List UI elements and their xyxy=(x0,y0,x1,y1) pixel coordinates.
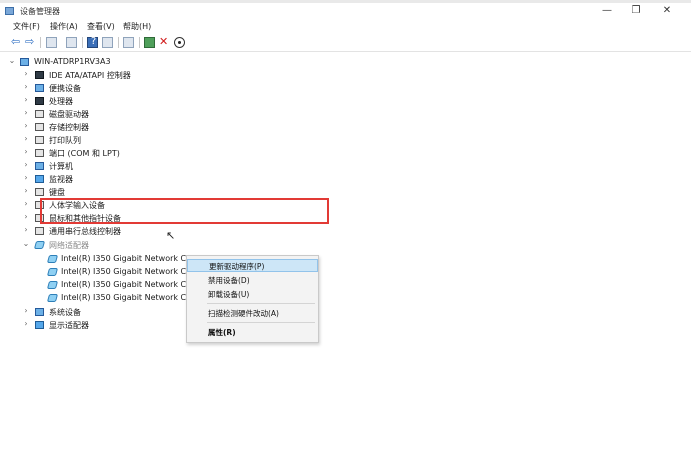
menu-view[interactable]: 查看(V) xyxy=(87,21,115,32)
network-adapter-icon xyxy=(33,241,46,249)
chevron-down-icon[interactable]: ⌄ xyxy=(8,56,16,65)
menu-file[interactable]: 文件(F) xyxy=(13,21,40,32)
chevron-right-icon[interactable]: › xyxy=(22,199,30,208)
network-adapter-label: Intel(R) I350 Gigabit Network Co... xyxy=(61,254,199,263)
disk-drive-icon xyxy=(35,110,44,118)
toolbar-separator xyxy=(118,37,119,48)
chevron-right-icon[interactable]: › xyxy=(22,186,30,195)
close-button[interactable]: ✕ xyxy=(660,4,674,17)
menu-item-disable-device[interactable]: 禁用设备(D) xyxy=(187,274,318,287)
context-menu-list: 更新驱动程序(P) 禁用设备(D) 卸载设备(U) 扫描检测硬件改动(A) 属性… xyxy=(186,255,319,341)
device-manager-app-icon xyxy=(5,7,14,15)
toolbar-separator xyxy=(139,37,140,48)
tree-root-label: WIN-ATDRP1RV3A3 xyxy=(34,57,111,66)
ide-controller-icon xyxy=(35,71,44,79)
toolbar-separator xyxy=(40,37,41,48)
menu-item-label: 禁用设备(D) xyxy=(208,276,250,285)
help-icon[interactable]: ? xyxy=(87,36,98,48)
network-adapter-icon xyxy=(46,255,59,263)
annotation-highlight-box xyxy=(40,198,329,224)
chevron-right-icon[interactable]: › xyxy=(22,121,30,130)
menu-separator xyxy=(207,322,315,323)
menu-item-label: 更新驱动程序(P) xyxy=(209,262,265,271)
show-hide-console-tree-icon[interactable] xyxy=(46,37,57,48)
menu-separator xyxy=(207,303,315,304)
chevron-right-icon[interactable]: › xyxy=(22,69,30,78)
network-adapter-label: Intel(R) I350 Gigabit Network Co xyxy=(61,267,192,276)
port-icon xyxy=(35,149,44,157)
menu-action[interactable]: 操作(A) xyxy=(50,21,78,32)
storage-controller-icon xyxy=(35,123,44,131)
forward-arrow-icon[interactable]: ⇨ xyxy=(25,35,34,48)
network-adapter-label: Intel(R) I350 Gigabit Network Co xyxy=(61,293,192,302)
processor-icon xyxy=(35,97,44,105)
tree-category-label: 磁盘驱动器 xyxy=(49,110,89,119)
mouse-cursor-icon: ↖ xyxy=(166,229,176,242)
menu-help[interactable]: 帮助(H) xyxy=(123,21,151,32)
chevron-right-icon[interactable]: › xyxy=(22,108,30,117)
chevron-right-icon[interactable]: › xyxy=(22,306,30,315)
tree-category-label: IDE ATA/ATAPI 控制器 xyxy=(49,71,131,80)
display-adapter-icon xyxy=(35,321,44,329)
tree-category-label: 存储控制器 xyxy=(49,123,89,132)
network-adapter-icon xyxy=(46,268,59,276)
chevron-right-icon[interactable]: › xyxy=(22,173,30,182)
network-adapter-icon xyxy=(46,294,59,302)
computer-icon xyxy=(20,58,29,66)
chevron-right-icon[interactable]: › xyxy=(22,319,30,328)
chevron-right-icon[interactable]: › xyxy=(22,160,30,169)
chevron-right-icon[interactable]: › xyxy=(22,134,30,143)
back-arrow-icon[interactable]: ⇦ xyxy=(11,35,20,48)
network-adapter-label: Intel(R) I350 Gigabit Network Co xyxy=(61,280,192,289)
help-glyph: ? xyxy=(90,36,97,47)
chevron-right-icon[interactable]: › xyxy=(22,147,30,156)
uninstall-device-icon[interactable]: ✕ xyxy=(159,35,168,48)
portable-device-icon xyxy=(35,84,44,92)
tree-category-label: 键盘 xyxy=(49,188,65,197)
menu-item-uninstall-device[interactable]: 卸载设备(U) xyxy=(187,288,318,301)
title-bar: 设备管理器 — ❐ ✕ xyxy=(0,3,691,19)
toolbar: ⇦ ⇨ ? ✕ xyxy=(0,34,691,52)
tree-category-label: 打印队列 xyxy=(49,136,81,145)
keyboard-icon xyxy=(35,188,44,196)
network-adapter-icon xyxy=(46,281,59,289)
chevron-right-icon[interactable]: › xyxy=(22,82,30,91)
update-driver-icon[interactable] xyxy=(144,37,155,48)
system-device-icon xyxy=(35,308,44,316)
tree-category-label: 网络适配器 xyxy=(49,241,89,250)
printer-icon xyxy=(35,136,44,144)
enable-device-icon[interactable] xyxy=(174,37,185,48)
minimize-button[interactable]: — xyxy=(600,4,614,17)
toolbar-separator xyxy=(82,37,83,48)
monitor-icon xyxy=(35,175,44,183)
menu-item-label: 扫描检测硬件改动(A) xyxy=(208,309,279,318)
menu-item-properties[interactable]: 属性(R) xyxy=(187,326,318,339)
tree-category-label: 显示适配器 xyxy=(49,321,89,330)
chevron-down-icon[interactable]: ⌄ xyxy=(22,239,30,248)
menu-item-label: 属性(R) xyxy=(208,328,236,337)
tree-category-label: 通用串行总线控制器 xyxy=(49,227,121,236)
menu-item-update-driver[interactable]: 更新驱动程序(P) xyxy=(187,259,318,272)
view-icon[interactable] xyxy=(102,37,113,48)
tree-category-label: 处理器 xyxy=(49,97,73,106)
scan-hardware-monitor-icon[interactable] xyxy=(123,37,134,48)
tree-category-label: 系统设备 xyxy=(49,308,81,317)
chevron-right-icon[interactable]: › xyxy=(22,212,30,221)
properties-icon[interactable] xyxy=(66,37,77,48)
tree-category-label: 端口 (COM 和 LPT) xyxy=(49,149,120,158)
window-title: 设备管理器 xyxy=(20,7,60,16)
tree-category-label: 监视器 xyxy=(49,175,73,184)
usb-icon xyxy=(35,227,44,235)
tree-category-label: 便携设备 xyxy=(49,84,81,93)
chevron-right-icon[interactable]: › xyxy=(22,95,30,104)
chevron-right-icon[interactable]: › xyxy=(22,225,30,234)
maximize-button[interactable]: ❐ xyxy=(629,4,643,17)
device-tree: ⌄ WIN-ATDRP1RV3A3 › IDE ATA/ATAPI 控制器 › … xyxy=(0,53,691,472)
computer-icon xyxy=(35,162,44,170)
menu-item-label: 卸载设备(U) xyxy=(208,290,250,299)
menu-item-scan-hardware[interactable]: 扫描检测硬件改动(A) xyxy=(187,307,318,320)
tree-category-label: 计算机 xyxy=(49,162,73,171)
menu-bar: 文件(F) 操作(A) 查看(V) 帮助(H) xyxy=(0,19,691,33)
